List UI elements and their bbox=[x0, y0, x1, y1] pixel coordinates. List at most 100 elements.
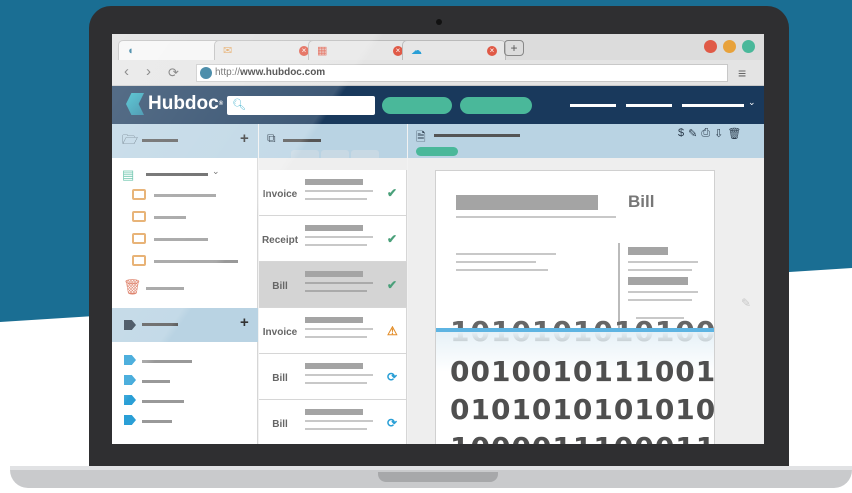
logo-trademark: ® bbox=[218, 101, 224, 107]
window-close-button[interactable] bbox=[704, 40, 717, 53]
folders-header-label bbox=[142, 139, 178, 142]
documents-icon: ⧉ bbox=[267, 131, 276, 145]
binary-line: 1000011100011 bbox=[450, 431, 714, 444]
browser-tab-mail[interactable]: ✉ × bbox=[214, 40, 318, 60]
document-type-label: Receipt bbox=[261, 235, 299, 246]
sidebar-item-inbox[interactable] bbox=[146, 173, 208, 176]
warning-icon: ⚠ bbox=[387, 324, 398, 338]
page-line bbox=[628, 261, 698, 263]
document-line bbox=[305, 428, 367, 430]
price-icon[interactable]: $ bbox=[678, 127, 684, 140]
refresh-icon[interactable]: ⟳ bbox=[168, 65, 179, 81]
document-heading: Bill bbox=[628, 192, 655, 211]
search-input[interactable]: 🔍︎ bbox=[227, 96, 375, 115]
forward-icon[interactable]: › bbox=[146, 63, 151, 80]
document-row[interactable]: Bill ⟳ bbox=[259, 354, 407, 400]
back-icon[interactable]: ‹ bbox=[124, 63, 129, 80]
nav-item-2[interactable] bbox=[626, 104, 672, 107]
status-check-icon: ✔ bbox=[387, 232, 398, 246]
summary-bar bbox=[628, 277, 688, 285]
hubdoc-logo[interactable]: Hubdoc ® bbox=[126, 93, 223, 115]
document-title-bar bbox=[305, 409, 363, 415]
document-title-bar bbox=[305, 317, 363, 323]
document-title-bar bbox=[305, 363, 363, 369]
page-line bbox=[456, 253, 556, 255]
document-title-bar bbox=[305, 271, 363, 277]
chevron-down-icon[interactable]: ⌄ bbox=[748, 97, 756, 108]
globe-icon bbox=[200, 67, 212, 79]
sidebar-folder-3[interactable] bbox=[154, 238, 208, 241]
close-tab-icon[interactable]: × bbox=[487, 45, 497, 56]
document-title-bar bbox=[305, 179, 363, 185]
new-tab-button[interactable]: + bbox=[504, 40, 524, 56]
print-icon[interactable]: ⎙ bbox=[701, 127, 710, 140]
download-icon[interactable]: ⇩ bbox=[714, 127, 723, 140]
sidebar-tag-2[interactable] bbox=[142, 380, 170, 383]
sidebar-item-trash[interactable] bbox=[146, 287, 184, 290]
document-list: ⧉ Invoice ✔ Receipt ✔ Bill ✔ Invoice ⚠ B… bbox=[259, 124, 407, 444]
page-line bbox=[628, 269, 692, 271]
document-row[interactable]: Invoice ⚠ bbox=[259, 308, 407, 354]
document-page: Bill 1010101010100 0010010111001 0101010… bbox=[435, 170, 715, 444]
address-field[interactable]: http://www.hubdoc.com bbox=[196, 64, 728, 82]
browser-tab-calendar[interactable]: ▦ × bbox=[308, 40, 412, 60]
folder-open-icon: 🗁 bbox=[122, 132, 139, 147]
trash-icon[interactable]: 🗑 bbox=[727, 127, 741, 140]
document-line bbox=[305, 236, 373, 238]
calendar-icon: ▦ bbox=[317, 45, 328, 57]
hubdoc-logo-mark bbox=[126, 93, 144, 115]
document-row[interactable]: Receipt ✔ bbox=[259, 216, 407, 262]
nav-item-1[interactable] bbox=[570, 104, 616, 107]
page-line bbox=[628, 299, 692, 301]
sidebar-folder-2[interactable] bbox=[154, 216, 186, 219]
tags-header: + bbox=[112, 308, 258, 342]
summary-bar bbox=[628, 247, 668, 255]
logo-text: Hubdoc bbox=[148, 93, 219, 114]
document-title-bar bbox=[305, 225, 363, 231]
tag-icon bbox=[124, 355, 136, 365]
url-domain: www.hubdoc.com bbox=[240, 67, 326, 78]
tag-icon bbox=[124, 375, 136, 385]
tag-icon bbox=[124, 395, 136, 405]
sidebar-tag-4[interactable] bbox=[142, 420, 172, 423]
browser-tab-hubdoc[interactable]: ◖ bbox=[118, 40, 222, 60]
header-pill-button-1[interactable] bbox=[382, 97, 452, 114]
document-row-selected[interactable]: Bill ✔ bbox=[259, 262, 407, 308]
window-minimize-button[interactable] bbox=[723, 40, 736, 53]
folders-header: 🗁 + bbox=[112, 124, 258, 158]
add-tag-button[interactable]: + bbox=[240, 314, 249, 331]
pencil-icon[interactable]: ✎ bbox=[741, 296, 751, 310]
sidebar-tag-1[interactable] bbox=[142, 360, 192, 363]
document-row[interactable]: Invoice ✔ bbox=[259, 170, 407, 216]
filter-tab-2[interactable] bbox=[321, 150, 349, 158]
inbox-icon: ▤ bbox=[122, 167, 135, 182]
filter-tab-1[interactable] bbox=[291, 150, 319, 158]
document-row[interactable]: Bill ⟳ bbox=[259, 400, 407, 444]
chevron-down-icon[interactable]: ⌄ bbox=[212, 166, 220, 177]
laptop-notch bbox=[378, 472, 498, 482]
sync-icon: ⟳ bbox=[387, 416, 398, 430]
sidebar: 🗁 + ▤ ⌄ 🗑︎ + bbox=[112, 124, 258, 444]
tag-icon bbox=[124, 320, 136, 330]
header-pill-button-2[interactable] bbox=[460, 97, 532, 114]
browser-tab-cloud[interactable]: ☁ × bbox=[402, 40, 506, 60]
document-list-header: ⧉ bbox=[259, 124, 407, 158]
window-maximize-button[interactable] bbox=[742, 40, 755, 53]
folder-icon bbox=[132, 233, 146, 244]
viewer-title bbox=[434, 134, 520, 137]
document-type-label: Bill bbox=[272, 281, 288, 292]
mail-icon: ✉ bbox=[223, 45, 233, 57]
sidebar-tag-3[interactable] bbox=[142, 400, 184, 403]
document-line bbox=[305, 244, 367, 246]
sidebar-folder-4[interactable] bbox=[154, 260, 238, 263]
webcam bbox=[436, 19, 442, 25]
vendor-name-bar bbox=[456, 195, 598, 210]
document-list-label bbox=[283, 139, 321, 142]
add-folder-button[interactable]: + bbox=[240, 130, 249, 147]
filter-tab-3[interactable] bbox=[351, 150, 379, 158]
edit-icon[interactable]: ✎ bbox=[688, 127, 697, 140]
sidebar-folder-1[interactable] bbox=[154, 194, 216, 197]
browser-tab-bar: ◖ ✉ × ▦ × ☁ × + bbox=[112, 34, 764, 60]
nav-item-account[interactable] bbox=[682, 104, 744, 107]
browser-menu-icon[interactable]: ≡ bbox=[738, 65, 746, 81]
